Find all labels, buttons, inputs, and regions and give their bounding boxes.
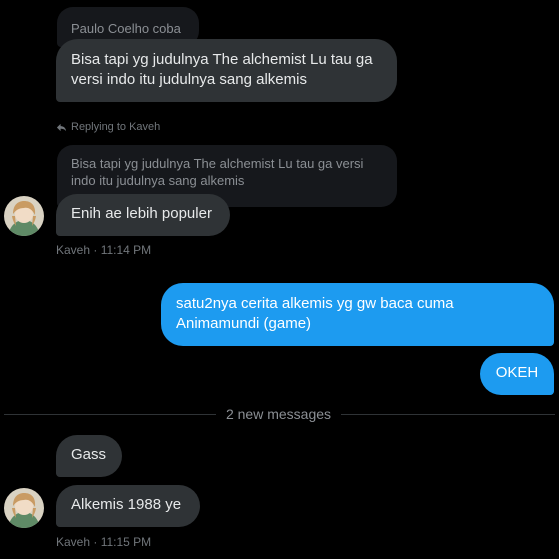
replying-indicator: Replying to Kaveh [56, 120, 160, 134]
incoming-message[interactable]: Enih ae lebih populer [56, 194, 230, 236]
incoming-message[interactable]: Alkemis 1988 ye [56, 485, 200, 527]
divider-line-right [341, 414, 555, 415]
message-text: Bisa tapi yg judulnya The alchemist Lu t… [71, 51, 373, 88]
message-text: OKEH [495, 364, 539, 381]
message-text: Gass [71, 446, 107, 463]
new-messages-divider: 2 new messages [225, 406, 332, 422]
incoming-message[interactable]: Gass [56, 435, 122, 477]
user-avatar-icon [4, 196, 44, 236]
incoming-message[interactable]: Bisa tapi yg judulnya The alchemist Lu t… [56, 39, 397, 102]
message-text: Enih ae lebih populer [71, 205, 212, 222]
avatar[interactable] [4, 488, 44, 528]
avatar[interactable] [4, 196, 44, 236]
quoted-message-text: Paulo Coelho coba [71, 21, 181, 36]
replying-label: Replying to Kaveh [71, 121, 161, 133]
divider-line-left [4, 414, 216, 415]
quoted-message-text: Bisa tapi yg judulnya The alchemist Lu t… [71, 156, 364, 188]
user-avatar-icon [4, 488, 44, 528]
outgoing-message[interactable]: satu2nya cerita alkemis yg gw baca cuma … [161, 283, 554, 346]
message-timestamp: Kaveh · 11:15 PM [56, 535, 152, 549]
message-timestamp: Kaveh · 11:14 PM [56, 243, 152, 257]
outgoing-message[interactable]: OKEH [480, 353, 554, 395]
message-text: Alkemis 1988 ye [71, 496, 182, 513]
reply-arrow-icon [56, 123, 67, 131]
message-text: satu2nya cerita alkemis yg gw baca cuma … [176, 295, 454, 332]
